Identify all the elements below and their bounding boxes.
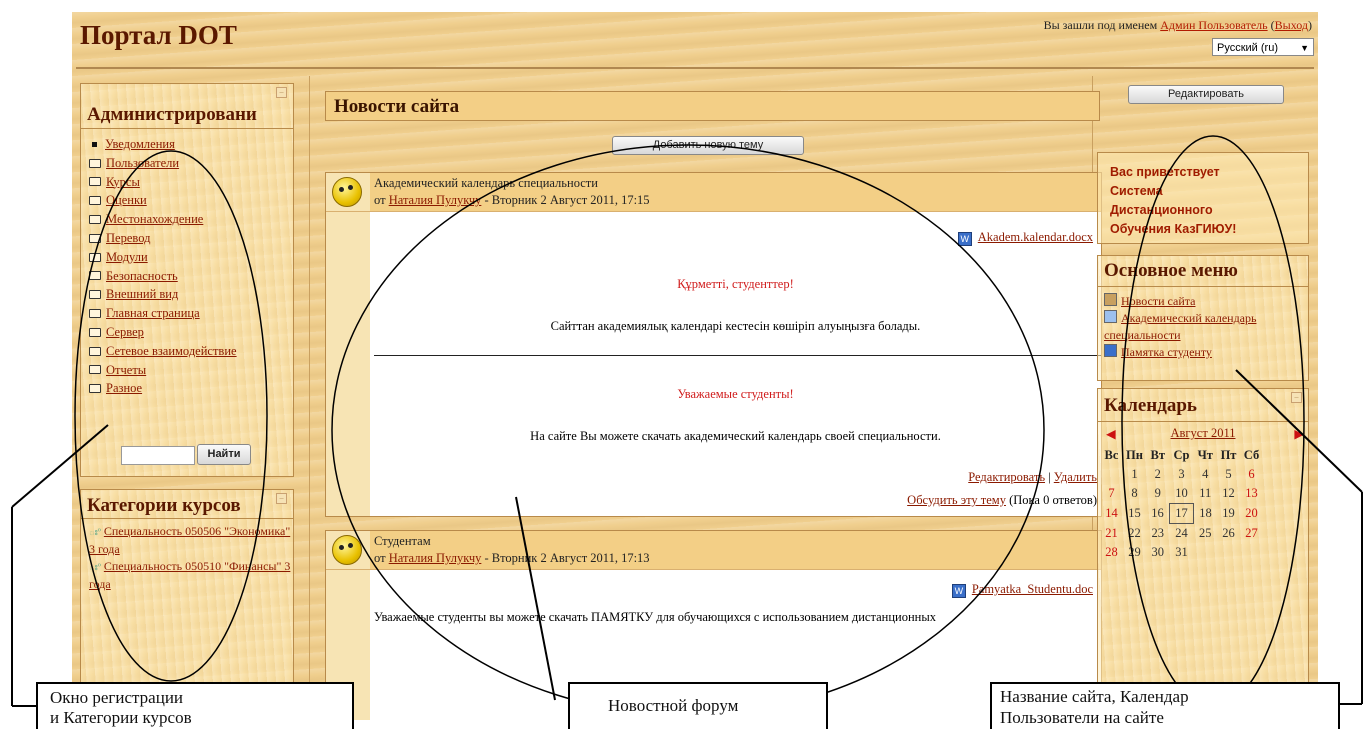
ellipse-left <box>74 150 268 682</box>
annotation-left: Окно регистрации и Категории курсов <box>36 682 354 729</box>
pointer-right <box>1235 369 1363 493</box>
annotation-line: Новостной форум <box>608 696 739 715</box>
annotation-line: Пользователи на сайте <box>1000 708 1164 727</box>
annotation-middle: Новостной форум <box>568 682 828 729</box>
annotation-line: Название сайта, Календар <box>1000 687 1189 706</box>
annotation-right: Название сайта, Календар Пользователи на… <box>990 682 1340 729</box>
ellipse-right <box>1121 135 1305 709</box>
pointer-left <box>11 424 109 508</box>
ellipse-middle <box>331 144 1045 716</box>
annotation-line: Окно регистрации <box>50 688 184 707</box>
annotation-overlay <box>11 135 1363 716</box>
annotation-line: и Категории курсов <box>50 708 192 727</box>
pointer-middle <box>515 496 556 701</box>
